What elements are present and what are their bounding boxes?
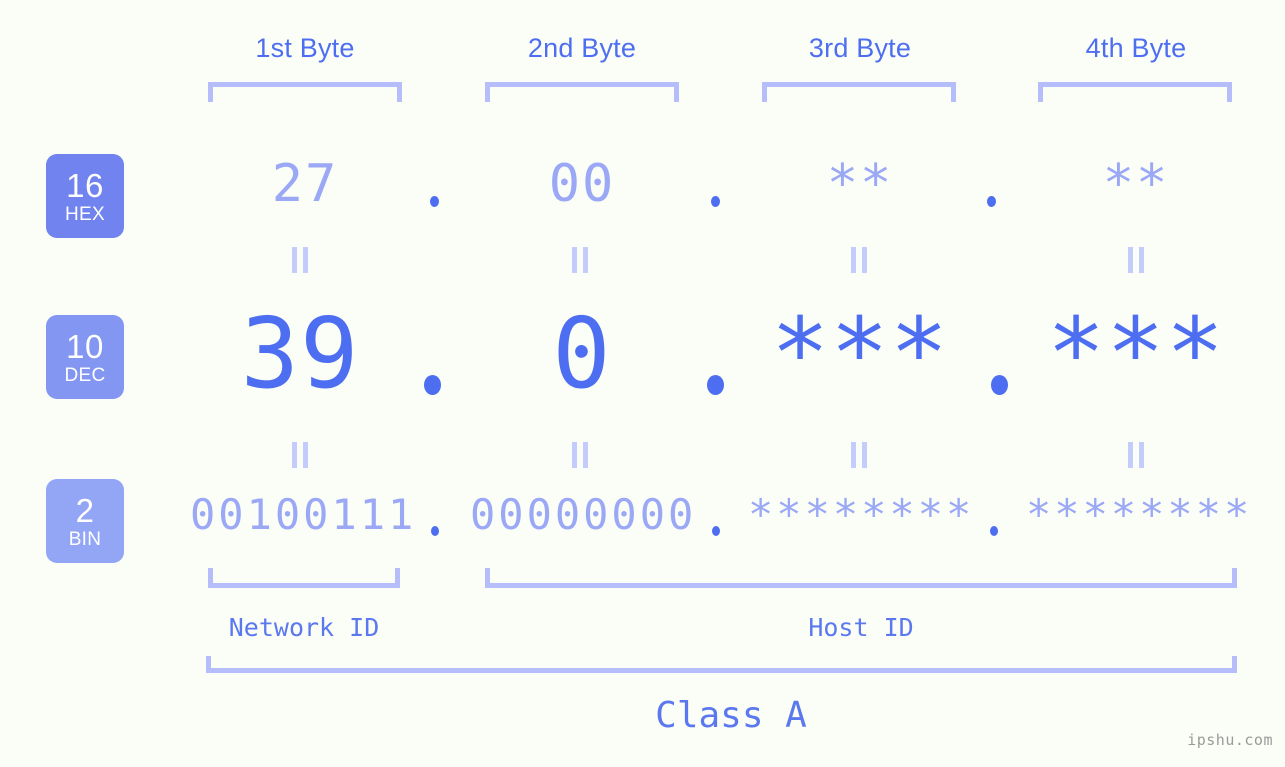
dec-byte-2: 0 [552, 297, 612, 410]
network-id-label: Network ID [228, 613, 380, 642]
bin-byte-4: ******** [1026, 490, 1253, 539]
dec-separator-dot-3 [991, 375, 1008, 395]
hex-byte-3: ** [826, 154, 894, 214]
radix-badge-hex-name: HEX [65, 203, 105, 225]
bin-separator-dot-1 [431, 526, 439, 536]
dec-separator-dot-1 [424, 375, 441, 395]
ip-address-breakdown-diagram: 1st Byte 2nd Byte 3rd Byte 4th Byte 16 H… [0, 0, 1285, 767]
equals-icon-hex-dec-3 [851, 247, 867, 273]
dec-byte-4: *** [1046, 297, 1226, 410]
radix-badge-bin-number: 2 [75, 491, 95, 529]
byte-header-2: 2nd Byte [482, 33, 682, 64]
equals-icon-hex-dec-2 [572, 247, 588, 273]
class-label: Class A [655, 695, 807, 736]
byte-header-4: 4th Byte [1036, 33, 1236, 64]
bin-separator-dot-3 [990, 526, 998, 536]
radix-badge-dec-number: 10 [66, 327, 104, 365]
byte-bracket-top-3 [762, 82, 956, 102]
bin-byte-2: 00000000 [470, 490, 697, 539]
hex-byte-2: 00 [548, 154, 616, 214]
equals-icon-hex-dec-4 [1128, 247, 1144, 273]
byte-header-3: 3rd Byte [760, 33, 960, 64]
radix-badge-dec: 10 DEC [46, 315, 124, 399]
site-watermark: ipshu.com [1187, 731, 1273, 749]
dec-byte-1: 39 [240, 297, 360, 410]
byte-header-2-label: 2nd Byte [527, 33, 637, 63]
equals-icon-hex-dec-1 [292, 247, 308, 273]
byte-bracket-top-4 [1038, 82, 1232, 102]
byte-bracket-top-2 [485, 82, 679, 102]
host-id-bracket [485, 568, 1237, 588]
dec-separator-dot-2 [707, 375, 724, 395]
bin-byte-1: 00100111 [190, 490, 417, 539]
equals-icon-dec-bin-4 [1128, 442, 1144, 468]
equals-icon-dec-bin-1 [292, 442, 308, 468]
byte-header-4-label: 4th Byte [1085, 33, 1187, 63]
radix-badge-dec-name: DEC [64, 364, 106, 386]
byte-bracket-top-1 [208, 82, 402, 102]
byte-header-1: 1st Byte [205, 33, 405, 64]
radix-badge-bin: 2 BIN [46, 479, 124, 563]
dec-byte-3: *** [770, 297, 950, 410]
byte-header-1-label: 1st Byte [255, 33, 355, 63]
host-id-label: Host ID [808, 613, 914, 642]
radix-badge-hex: 16 HEX [46, 154, 124, 238]
bin-byte-3: ******** [748, 490, 975, 539]
radix-badge-bin-name: BIN [68, 528, 102, 550]
hex-separator-dot-3 [987, 196, 996, 207]
equals-icon-dec-bin-3 [851, 442, 867, 468]
radix-badge-hex-number: 16 [66, 166, 104, 204]
hex-byte-4: ** [1102, 154, 1170, 214]
hex-byte-1: 27 [271, 154, 339, 214]
class-bracket [206, 656, 1237, 673]
equals-icon-dec-bin-2 [572, 442, 588, 468]
bin-separator-dot-2 [712, 526, 720, 536]
byte-header-3-label: 3rd Byte [808, 33, 912, 63]
hex-separator-dot-1 [430, 196, 439, 207]
hex-separator-dot-2 [711, 196, 720, 207]
network-id-bracket [208, 568, 400, 588]
